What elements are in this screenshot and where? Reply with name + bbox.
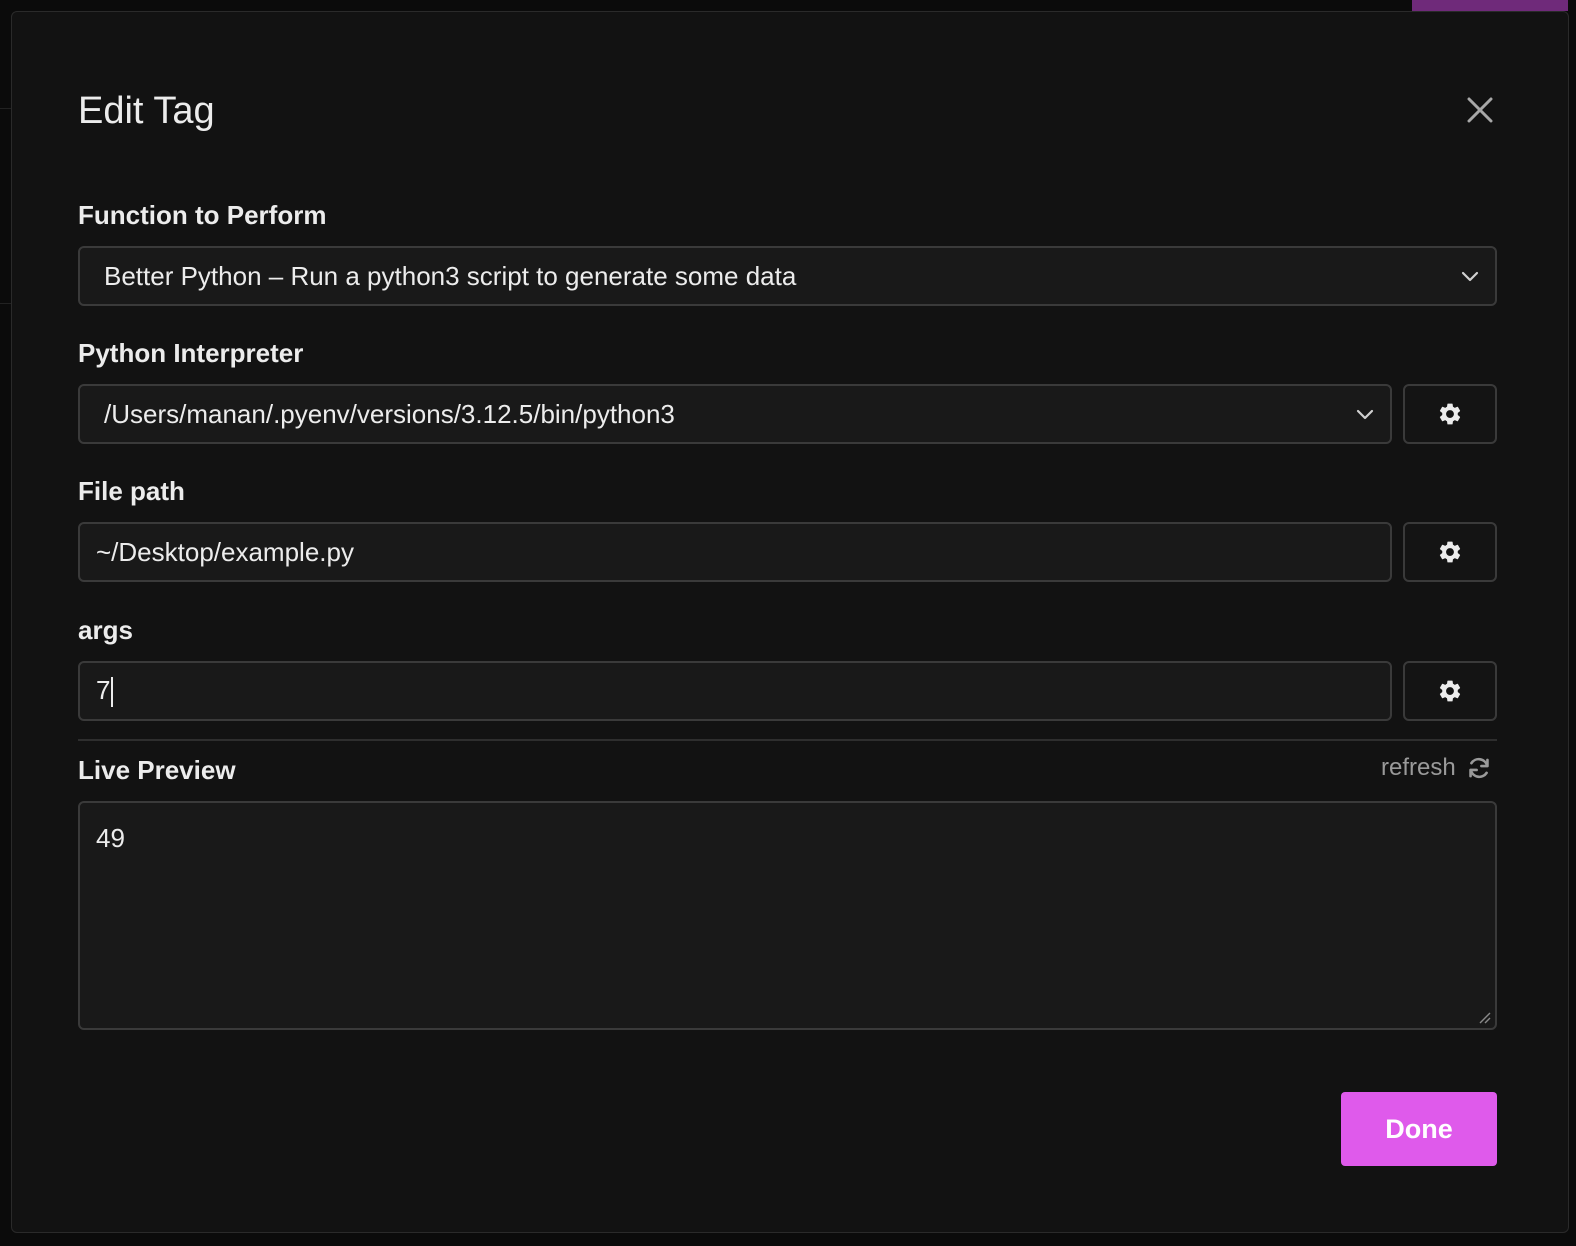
edit-tag-modal: Edit Tag Function to Perform Better Pyth…: [11, 11, 1569, 1233]
interpreter-label: Python Interpreter: [78, 338, 304, 368]
close-icon: [1467, 97, 1493, 123]
file-path-input[interactable]: ~/Desktop/example.py: [78, 522, 1392, 582]
close-button[interactable]: [1462, 92, 1498, 128]
background-divider: [0, 108, 11, 109]
done-button[interactable]: Done: [1341, 1092, 1497, 1166]
args-value: 7: [96, 674, 111, 705]
function-select[interactable]: Better Python – Run a python3 script to …: [78, 246, 1497, 306]
background-divider: [0, 303, 11, 304]
file-path-label: File path: [78, 476, 185, 506]
args-settings-button[interactable]: [1403, 661, 1497, 721]
modal-title: Edit Tag: [78, 90, 215, 132]
file-path-value: ~/Desktop/example.py: [96, 536, 354, 567]
live-preview-value: 49: [96, 823, 125, 853]
text-cursor: [111, 677, 114, 708]
args-input[interactable]: 7: [78, 661, 1392, 721]
function-label: Function to Perform: [78, 200, 327, 230]
chevron-down-icon: [1461, 271, 1479, 282]
background-accent-bar: [1412, 0, 1568, 11]
live-preview-output[interactable]: 49: [78, 801, 1497, 1030]
interpreter-select[interactable]: /Users/manan/.pyenv/versions/3.12.5/bin/…: [78, 384, 1392, 444]
gear-icon: [1439, 541, 1461, 563]
refresh-button[interactable]: refresh: [1381, 754, 1492, 782]
resize-grip-icon[interactable]: [1477, 1010, 1491, 1024]
function-select-value: Better Python – Run a python3 script to …: [104, 260, 797, 291]
live-preview-label: Live Preview: [78, 755, 236, 785]
gear-icon: [1439, 680, 1461, 702]
args-input-content: 7: [80, 674, 1390, 708]
chevron-down-icon: [1356, 409, 1374, 420]
refresh-icon: [1468, 757, 1489, 779]
interpreter-settings-button[interactable]: [1403, 384, 1497, 444]
refresh-label: refresh: [1381, 754, 1456, 781]
interpreter-select-value: /Users/manan/.pyenv/versions/3.12.5/bin/…: [104, 398, 675, 429]
section-divider: [78, 739, 1497, 741]
args-label: args: [78, 615, 133, 645]
file-path-settings-button[interactable]: [1403, 522, 1497, 582]
gear-icon: [1439, 403, 1461, 425]
